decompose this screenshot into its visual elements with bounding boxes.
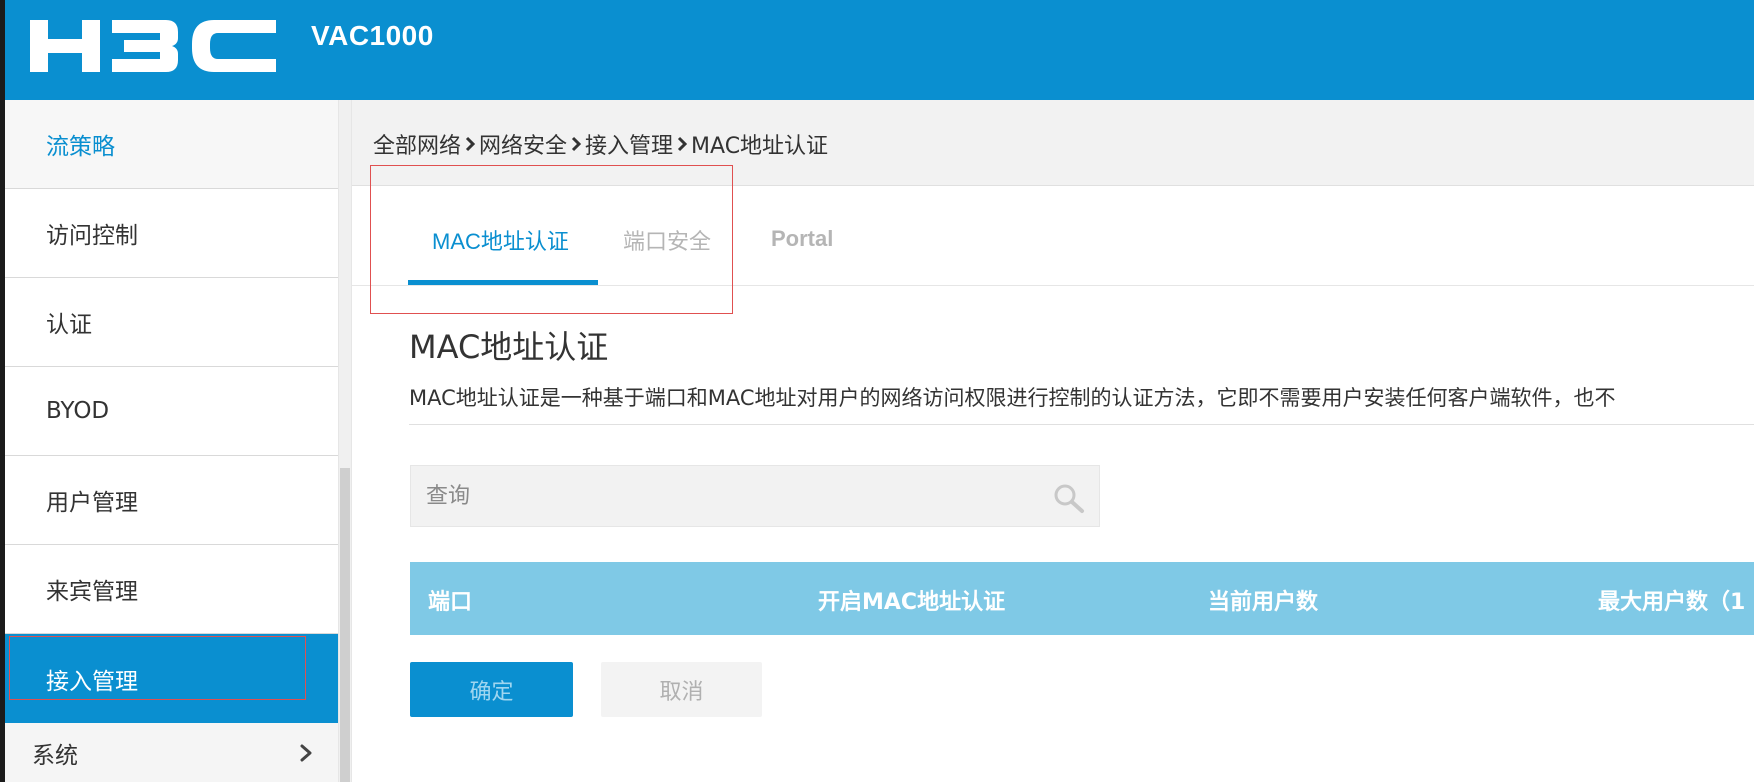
breadcrumb-item-all-networks[interactable]: 全部网络 <box>373 128 461 160</box>
h3c-logo <box>30 20 276 72</box>
sidebar-item-label: 认证 <box>46 312 92 338</box>
sidebar-item-label: 流策略 <box>46 134 115 160</box>
sidebar-item-system[interactable]: 系统 <box>5 723 340 782</box>
chevron-right-icon <box>465 136 476 152</box>
sidebar-item-byod[interactable]: BYOD <box>5 367 340 456</box>
chevron-right-icon <box>571 136 582 152</box>
breadcrumb-item-access-management[interactable]: 接入管理 <box>585 128 673 160</box>
cancel-button[interactable]: 取消 <box>601 662 762 717</box>
breadcrumb-item-mac-auth: MAC地址认证 <box>691 134 829 159</box>
tab-portal[interactable]: Portal <box>771 226 833 252</box>
column-header-port[interactable]: 端口 <box>428 584 472 616</box>
annotation-highlight-sidebar <box>9 636 306 700</box>
confirm-button[interactable]: 确定 <box>410 662 573 717</box>
product-name: VAC1000 <box>311 20 434 51</box>
section-title: MAC地址认证 <box>409 328 609 366</box>
column-header-current-users[interactable]: 当前用户数 <box>1208 584 1318 616</box>
column-header-mac-auth-enabled[interactable]: 开启MAC地址认证 <box>818 584 1005 616</box>
search-icon[interactable] <box>1051 482 1085 514</box>
search-input[interactable] <box>412 467 1032 525</box>
sidebar-scroll-thumb[interactable] <box>340 468 350 782</box>
section-divider <box>409 424 1754 425</box>
sidebar-item-label: 访问控制 <box>46 223 138 249</box>
sidebar-item-authentication[interactable]: 认证 <box>5 278 340 367</box>
breadcrumb-item-network-security[interactable]: 网络安全 <box>479 128 567 160</box>
sidebar-item-label: 来宾管理 <box>46 579 138 605</box>
sidebar-item-user-management[interactable]: 用户管理 <box>5 456 340 545</box>
sidebar-item-label: 系统 <box>32 742 78 769</box>
breadcrumb: 全部网络 网络安全 接入管理 MAC地址认证 <box>373 128 828 160</box>
column-header-max-users[interactable]: 最大用户数（1 <box>1598 584 1745 616</box>
sidebar-item-guest-management[interactable]: 来宾管理 <box>5 545 340 634</box>
top-header: VAC1000 <box>0 0 1754 100</box>
sidebar-item-label: 用户管理 <box>46 490 138 516</box>
chevron-right-icon <box>300 744 312 761</box>
search-box <box>410 465 1100 527</box>
table-header: 端口 开启MAC地址认证 当前用户数 最大用户数（1 <box>410 562 1754 635</box>
annotation-highlight-tabs <box>370 165 733 314</box>
sidebar-item-label: BYOD <box>46 398 110 424</box>
chevron-right-icon <box>677 136 688 152</box>
section-description: MAC地址认证是一种基于端口和MAC地址对用户的网络访问权限进行控制的认证方法，… <box>409 386 1616 410</box>
sidebar-item-flow-policy[interactable]: 流策略 <box>5 100 340 189</box>
sidebar-item-access-control[interactable]: 访问控制 <box>5 189 340 278</box>
